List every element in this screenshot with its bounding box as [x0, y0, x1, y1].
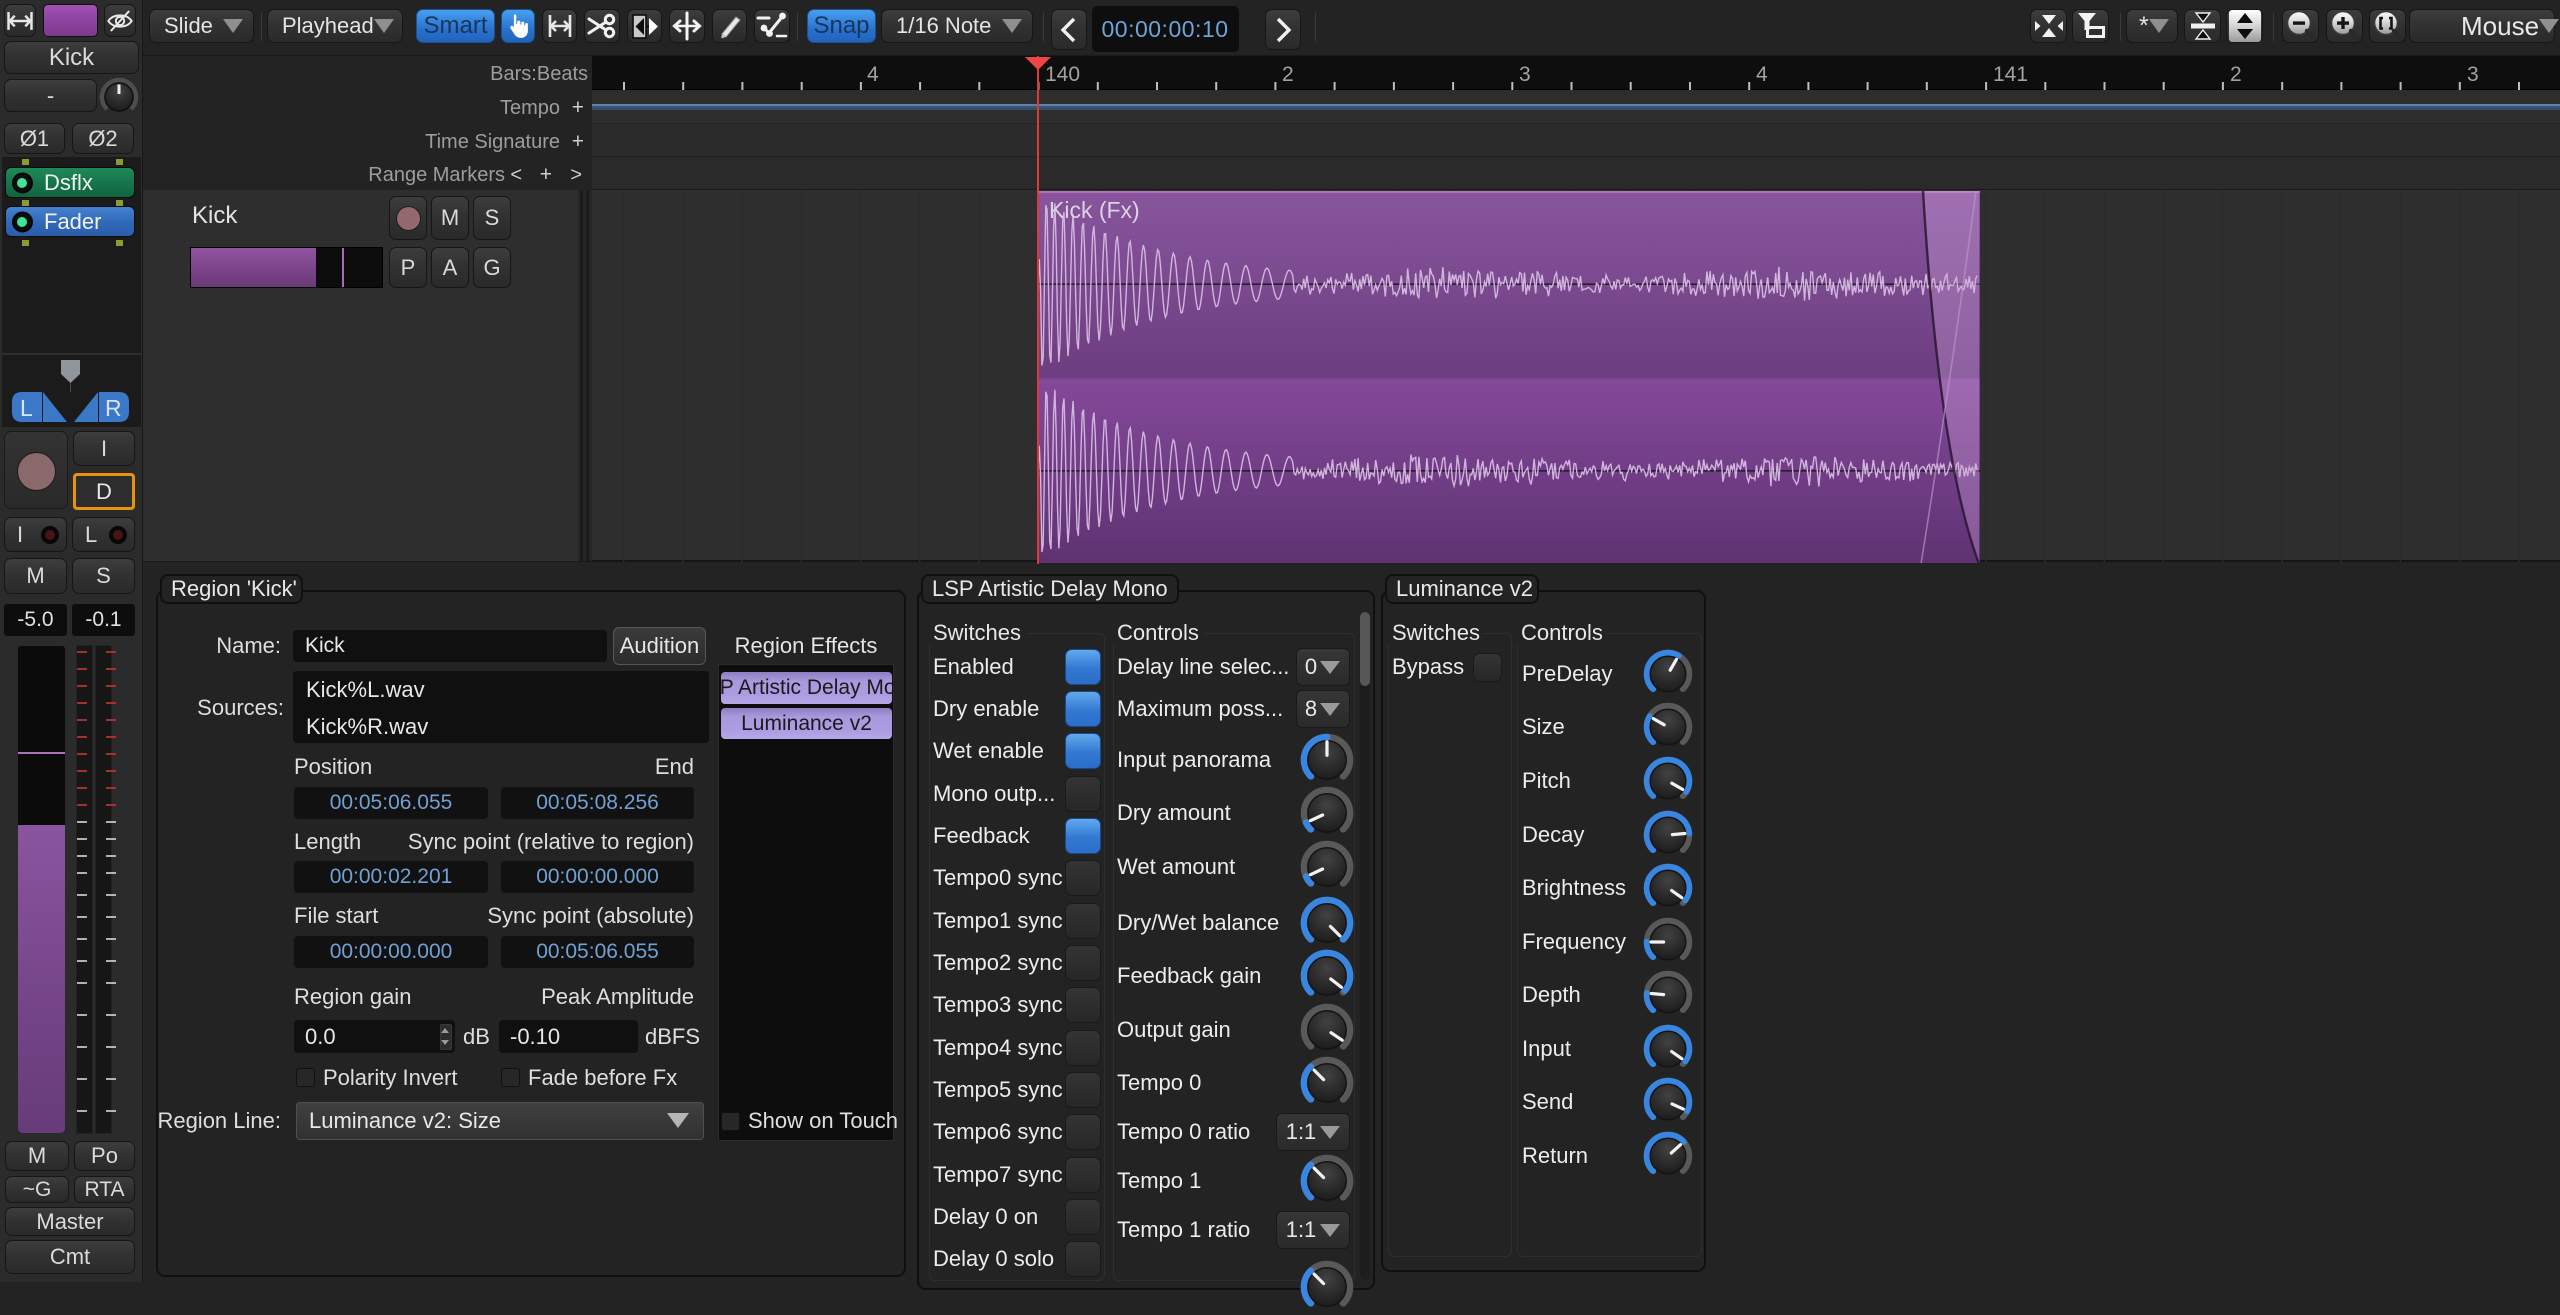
svg-text:141: 141	[1993, 63, 2028, 86]
svg-text:3: 3	[1519, 63, 1531, 86]
svg-text:4: 4	[867, 63, 879, 86]
svg-text:2: 2	[2230, 63, 2242, 86]
svg-text:3: 3	[2467, 63, 2479, 86]
svg-text:4: 4	[1756, 63, 1768, 86]
svg-text:L: L	[20, 395, 33, 421]
svg-text:R: R	[105, 395, 122, 421]
svg-text:2: 2	[1282, 63, 1294, 86]
